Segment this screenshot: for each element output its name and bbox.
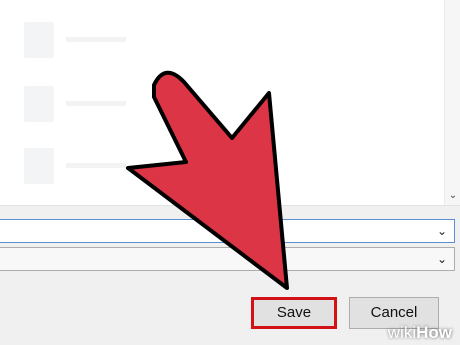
file-name-placeholder bbox=[66, 37, 126, 42]
chevron-down-icon[interactable]: ⌄ bbox=[445, 191, 460, 201]
file-list-pane[interactable] bbox=[0, 0, 444, 205]
file-item[interactable] bbox=[18, 84, 178, 124]
vertical-scrollbar[interactable]: ⌄ bbox=[444, 0, 460, 205]
save-as-type-dropdown[interactable]: ⌄ bbox=[0, 247, 455, 271]
file-icon bbox=[24, 22, 54, 58]
divider bbox=[0, 205, 460, 206]
watermark-how: How bbox=[416, 323, 452, 342]
file-name-placeholder bbox=[66, 101, 126, 106]
chevron-down-icon[interactable]: ⌄ bbox=[437, 224, 447, 238]
file-item[interactable] bbox=[18, 146, 178, 186]
file-icon bbox=[24, 148, 54, 184]
file-item[interactable] bbox=[18, 20, 178, 60]
save-button[interactable]: Save bbox=[251, 297, 337, 329]
file-name-placeholder bbox=[66, 163, 126, 168]
chevron-down-icon[interactable]: ⌄ bbox=[437, 252, 447, 266]
file-icon bbox=[24, 86, 54, 122]
file-name-dropdown[interactable]: ⌄ bbox=[0, 219, 455, 243]
watermark-wiki: wiki bbox=[387, 323, 417, 342]
wikihow-watermark: wikiHow bbox=[388, 323, 452, 343]
